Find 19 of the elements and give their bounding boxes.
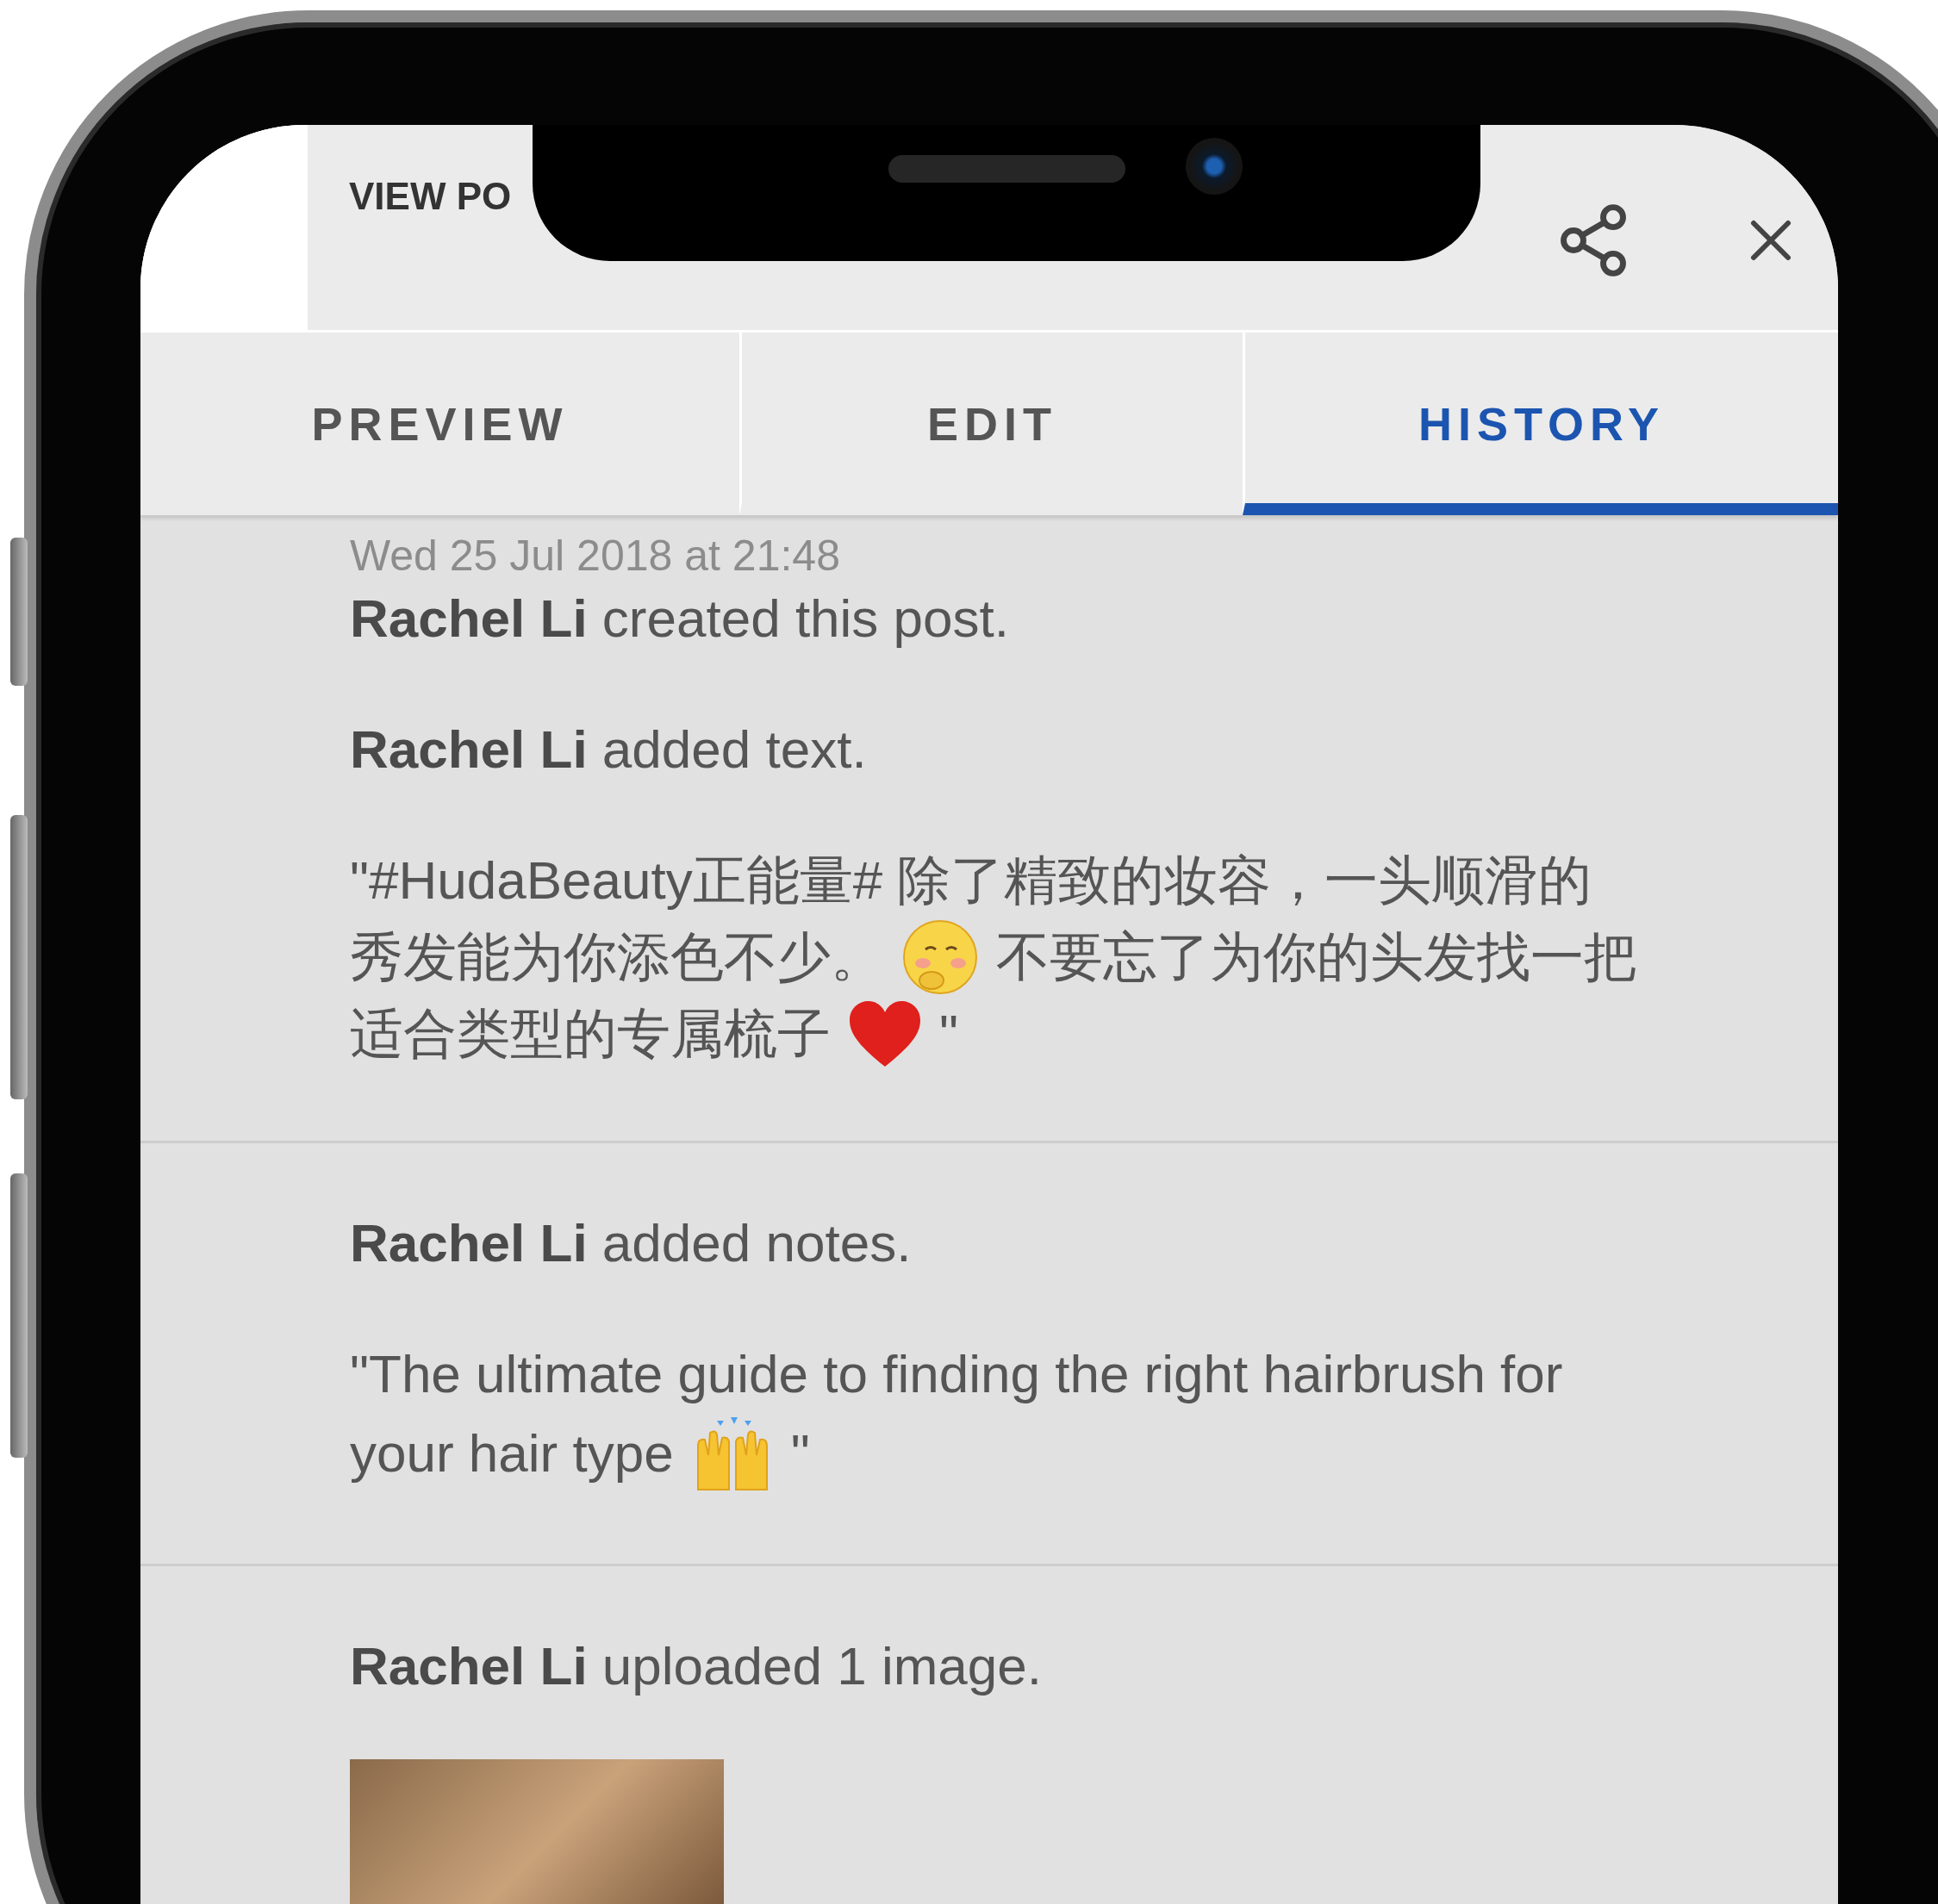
quote-text: 适合类型的专属梳子 bbox=[350, 1003, 831, 1065]
quote-text: " bbox=[939, 1003, 958, 1065]
quote-text: "The ultimate guide to finding the right hairbrush for bbox=[350, 1343, 1563, 1405]
tab[interactable]: PREVIEW bbox=[140, 333, 739, 515]
history-action-text: Rachel Li uploaded 1 image. bbox=[350, 1635, 1044, 1697]
blushing-face-icon bbox=[901, 918, 979, 996]
quote-text: your hair type bbox=[350, 1422, 674, 1484]
quote-text: " bbox=[790, 1422, 810, 1484]
quote-text: 不要忘了为你的头发找一把 bbox=[996, 926, 1637, 988]
history-action-text: Rachel Li added text. bbox=[350, 719, 868, 781]
history-action-text: Rachel Li added notes. bbox=[350, 1212, 913, 1274]
history-action-text: Rachel Li created this post. bbox=[350, 588, 1010, 650]
heart-icon bbox=[848, 999, 922, 1068]
timestamp: Wed 25 Jul 2018 at 21:48 bbox=[350, 531, 841, 581]
page-title: VIEW PO bbox=[349, 175, 512, 218]
tab[interactable]: HISTORY bbox=[1243, 333, 1838, 515]
tab[interactable]: EDIT bbox=[738, 333, 1243, 515]
quote-text: "#HudaBeauty正能量# 除了精致的妆容，一头顺滑的 bbox=[350, 849, 1592, 912]
quote-text: 秀发能为你添色不少。 bbox=[350, 926, 884, 988]
